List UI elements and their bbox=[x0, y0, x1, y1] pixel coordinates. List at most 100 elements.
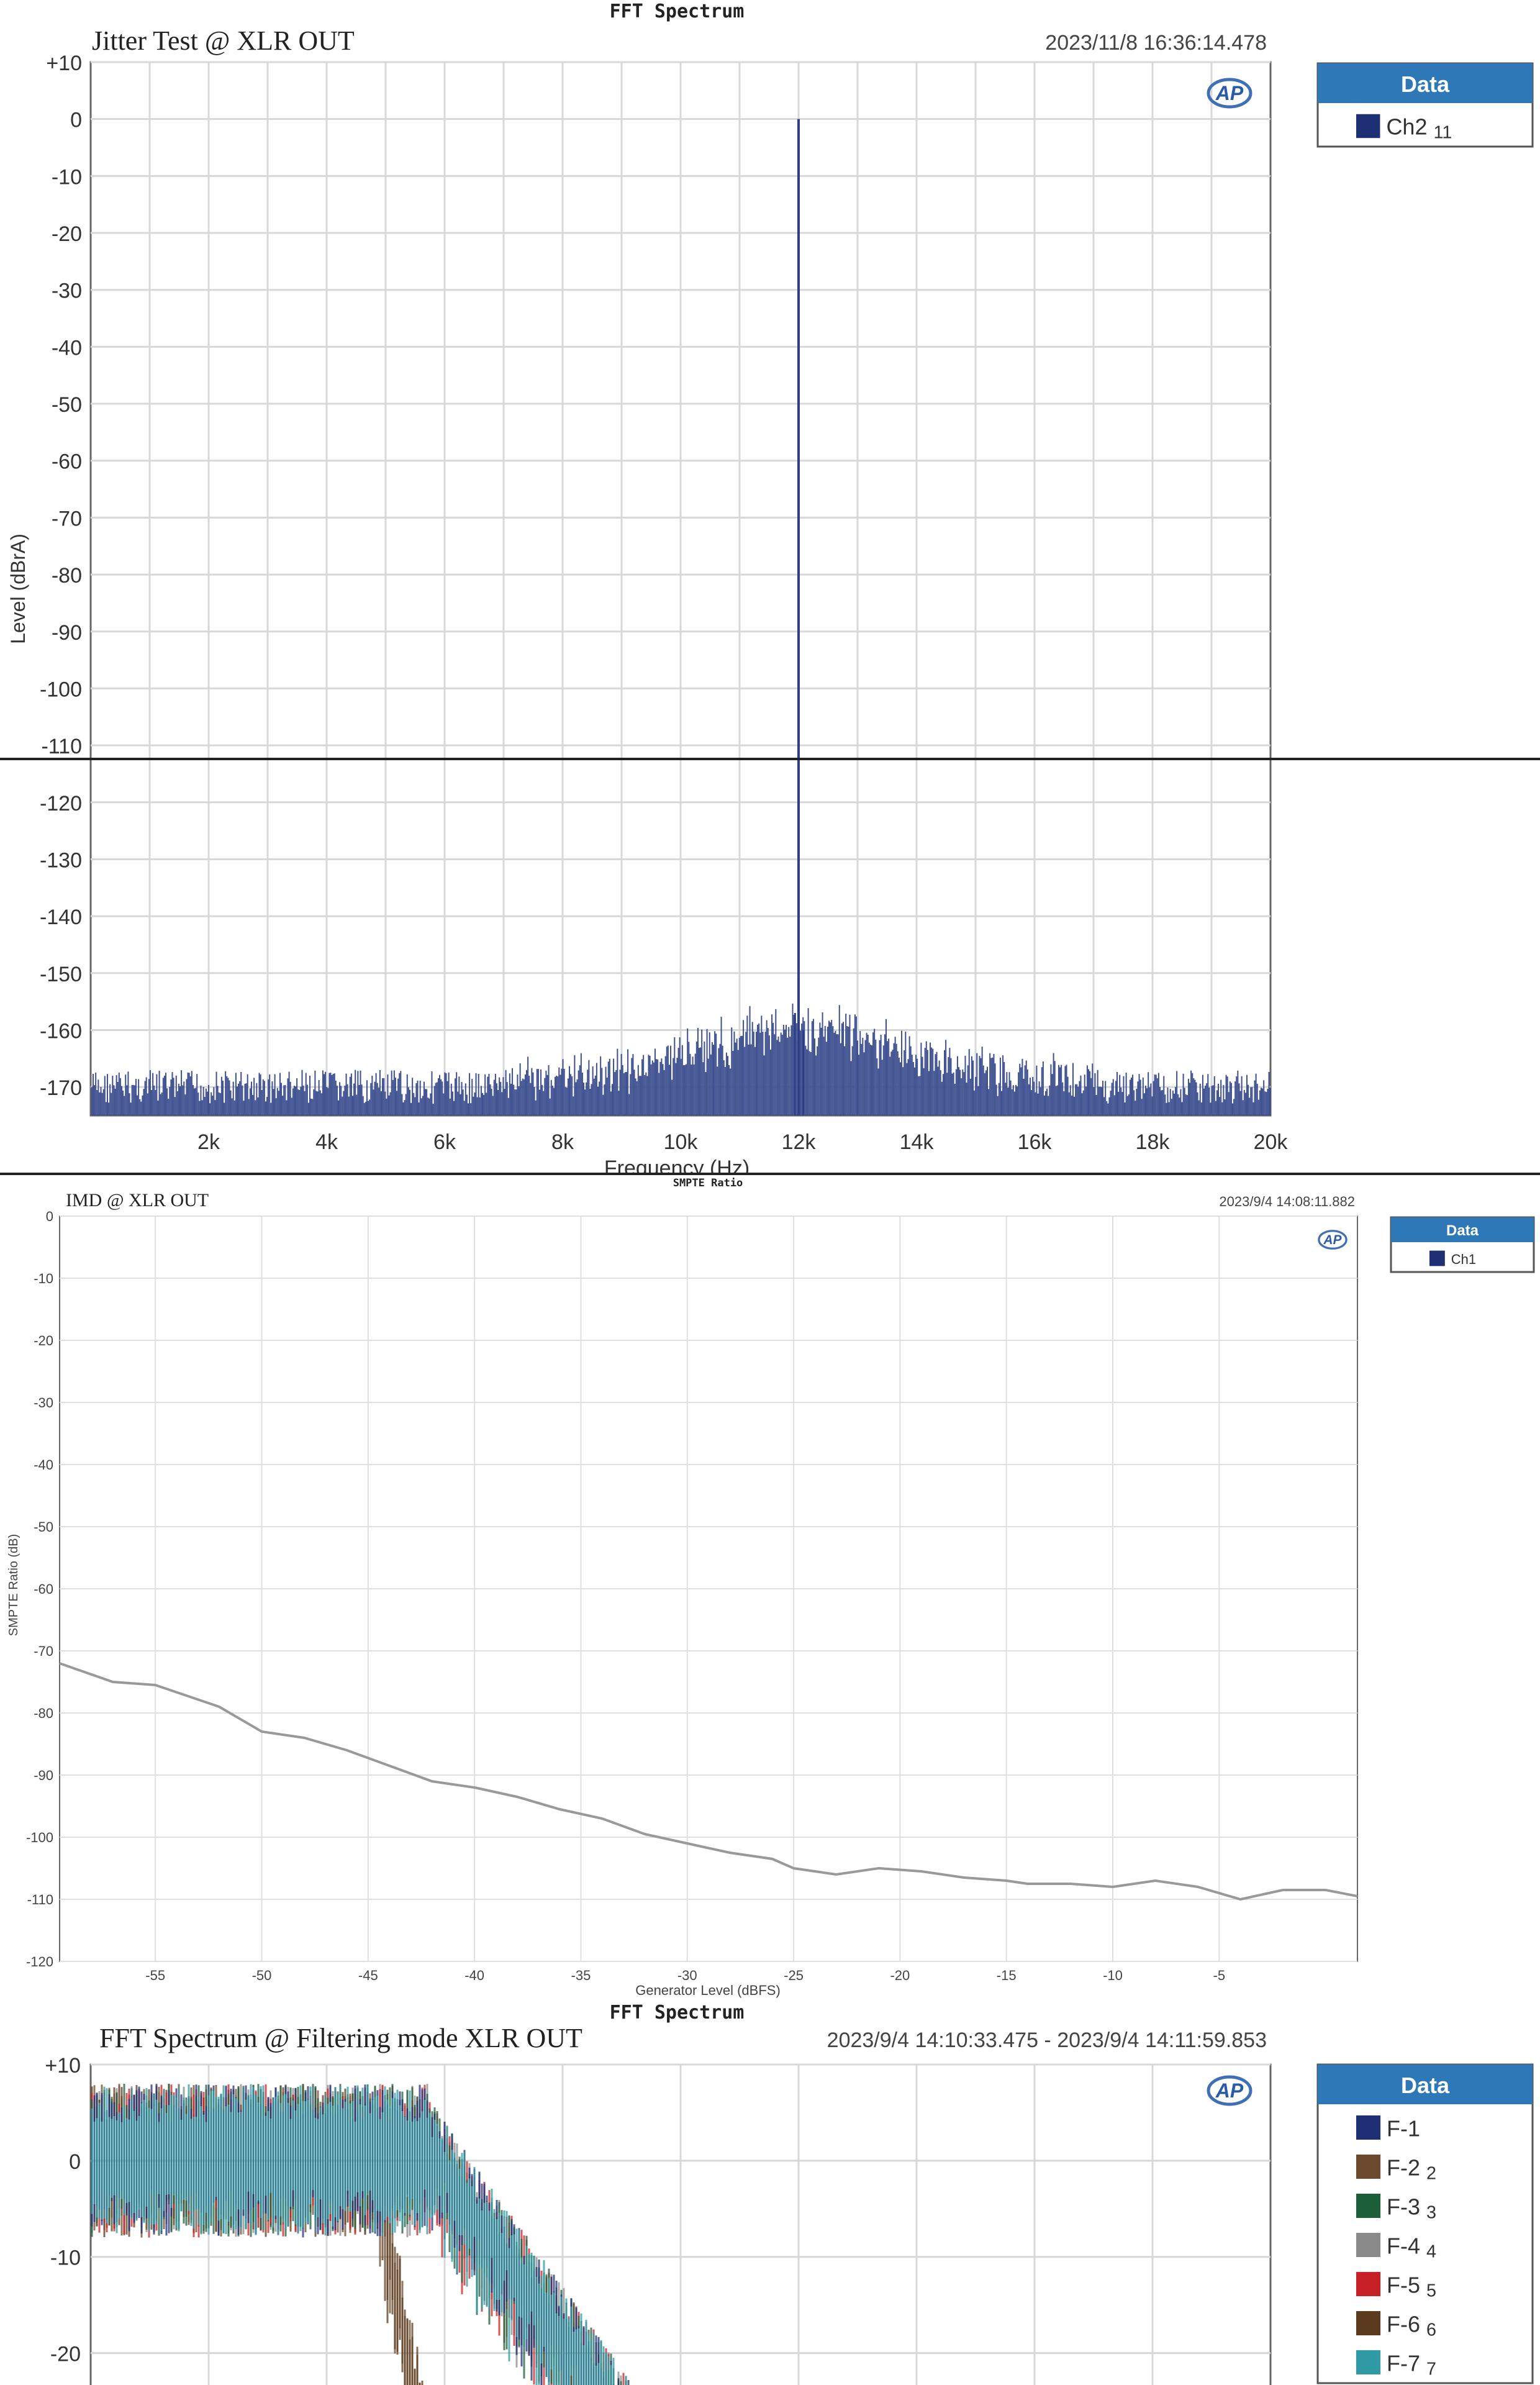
imd-chart: SMPTE Ratio IMD @ XLR OUT 2023/9/4 14:08:1… bbox=[7, 1177, 1535, 1998]
y-tick-label: -10 bbox=[50, 2246, 81, 2270]
legend-box bbox=[1316, 2063, 1534, 2384]
x-tick-label: -15 bbox=[997, 1968, 1017, 1983]
panel-divider bbox=[0, 758, 1540, 760]
legend-swatch bbox=[1356, 2232, 1381, 2258]
y-tick-label: -40 bbox=[34, 1457, 53, 1473]
y-tick-label: -100 bbox=[26, 1830, 53, 1845]
x-tick-label: 10k bbox=[664, 1130, 699, 1154]
x-tick-label: -10 bbox=[1103, 1968, 1123, 1983]
legend-sub: 4 bbox=[1426, 2242, 1436, 2261]
y-tick-label: -80 bbox=[52, 564, 82, 588]
x-tick-label: -50 bbox=[252, 1968, 272, 1983]
y-tick-label: -140 bbox=[40, 906, 82, 929]
chart-title: Jitter Test @ XLR OUT bbox=[92, 25, 355, 56]
legend-swatch bbox=[1356, 2154, 1381, 2179]
legend-sub: 3 bbox=[1426, 2202, 1436, 2222]
y-tick-label: -20 bbox=[50, 2343, 81, 2366]
y-tick-label: -30 bbox=[34, 1395, 53, 1411]
y-tick-label: -80 bbox=[34, 1706, 53, 1721]
chart-header: FFT Spectrum bbox=[610, 1, 745, 22]
chart-panel-jitter: FFT Spectrum Jitter Test @ XLR OUT 2023/11… bbox=[0, 0, 1540, 1173]
legend-swatch bbox=[1356, 2350, 1381, 2375]
y-tick-label: -110 bbox=[27, 1892, 53, 1907]
legend-sub: 2 bbox=[1426, 2163, 1436, 2183]
y-tick-label: -20 bbox=[34, 1333, 53, 1348]
y-tick-label: -130 bbox=[40, 848, 82, 872]
jitter-chart: FFT Spectrum Jitter Test @ XLR OUT 2023/11… bbox=[7, 1, 1534, 1173]
y-axis-label: SMPTE Ratio (dB) bbox=[7, 1534, 20, 1636]
x-tick-label: -35 bbox=[571, 1968, 591, 1983]
filter-chart: FFT Spectrum FFT Spectrum @ Filtering mod… bbox=[45, 2002, 1534, 2385]
y-tick-label: -30 bbox=[52, 279, 82, 303]
x-tick-label: 14k bbox=[900, 1130, 935, 1154]
y-tick-label: -120 bbox=[40, 792, 82, 815]
y-tick-label: -70 bbox=[52, 507, 82, 530]
x-tick-label: 6k bbox=[433, 1130, 456, 1154]
y-tick-label: -160 bbox=[40, 1019, 82, 1043]
legend-sub: 7 bbox=[1426, 2359, 1436, 2379]
ap-logo-text: AP bbox=[1323, 1233, 1342, 1247]
y-tick-label: -40 bbox=[52, 336, 82, 360]
y-tick-label: -50 bbox=[34, 1519, 53, 1535]
legend-swatch bbox=[1356, 2310, 1381, 2336]
x-tick-label: -5 bbox=[1213, 1968, 1226, 1983]
legend-header: Data bbox=[1401, 2073, 1450, 2098]
legend-swatch bbox=[1356, 114, 1380, 139]
legend: Data Ch1 bbox=[1390, 1216, 1535, 1273]
y-tick-label: 0 bbox=[46, 1209, 53, 1224]
chart-panel-filter: FFT Spectrum FFT Spectrum @ Filtering mod… bbox=[0, 2002, 1540, 2385]
x-tick-label: 4k bbox=[315, 1130, 338, 1154]
y-tick-label: 0 bbox=[70, 109, 82, 132]
y-tick-label: -20 bbox=[52, 222, 82, 246]
x-tick-label: -30 bbox=[677, 1968, 697, 1983]
ap-logo-text: AP bbox=[1215, 82, 1244, 104]
y-tick-label: -70 bbox=[34, 1643, 53, 1659]
legend-sub: 5 bbox=[1426, 2281, 1436, 2301]
legend-swatch bbox=[1356, 2271, 1381, 2297]
legend-swatch bbox=[1429, 1250, 1445, 1266]
chart-timestamp: 2023/11/8 16:36:14.478 bbox=[1045, 31, 1267, 55]
y-tick-label: -110 bbox=[41, 735, 82, 758]
y-tick-label: +10 bbox=[46, 52, 82, 75]
grid bbox=[91, 61, 1270, 1115]
chart-title: FFT Spectrum @ Filtering mode XLR OUT bbox=[99, 2023, 582, 2053]
x-tick-label: 18k bbox=[1136, 1130, 1171, 1154]
x-tick-label: -25 bbox=[784, 1968, 804, 1983]
legend-header: Data bbox=[1401, 71, 1450, 97]
y-tick-label: -60 bbox=[52, 450, 82, 474]
y-tick-label: -170 bbox=[40, 1076, 82, 1100]
legend: DataF-1F-2 2F-3 3F-4 4F-5 5F-6 6F-7 7 bbox=[1316, 2063, 1534, 2384]
x-tick-label: -55 bbox=[145, 1968, 165, 1983]
chart-timestamp: 2023/9/4 14:08:11.882 bbox=[1219, 1194, 1355, 1209]
y-tick-label: -90 bbox=[34, 1768, 53, 1783]
legend-swatch bbox=[1356, 2193, 1381, 2219]
x-tick-label: 20k bbox=[1254, 1130, 1289, 1154]
x-axis-label: Frequency (Hz) bbox=[604, 1156, 750, 1173]
chart-header: SMPTE Ratio bbox=[673, 1177, 743, 1189]
y-tick-label: -90 bbox=[52, 621, 82, 645]
y-tick-label: -10 bbox=[52, 165, 82, 189]
y-tick-label: -150 bbox=[40, 963, 82, 986]
y-tick-label: -120 bbox=[26, 1954, 53, 1969]
y-tick-label: +10 bbox=[45, 2054, 81, 2078]
y-tick-label: -10 bbox=[34, 1271, 53, 1286]
x-tick-label: -40 bbox=[464, 1968, 484, 1983]
x-tick-label: 16k bbox=[1018, 1130, 1053, 1154]
legend-label: F-1 bbox=[1387, 2115, 1420, 2141]
chart-header: FFT Spectrum bbox=[610, 2002, 745, 2024]
y-axis-label: Level (dBrA) bbox=[7, 534, 29, 644]
ap-logo-text: AP bbox=[1215, 2079, 1244, 2102]
x-tick-label: 12k bbox=[782, 1130, 817, 1154]
y-tick-label: -60 bbox=[34, 1581, 53, 1597]
x-tick-label: -45 bbox=[358, 1968, 378, 1983]
y-tick-label: -50 bbox=[52, 393, 82, 417]
legend-label: Ch1 bbox=[1451, 1252, 1476, 1267]
x-tick-label: 8k bbox=[551, 1130, 574, 1154]
legend-header: Data bbox=[1446, 1222, 1479, 1239]
y-tick-label: 0 bbox=[69, 2150, 81, 2174]
legend: DataCh2 11 bbox=[1316, 62, 1534, 148]
chart-panel-imd: SMPTE Ratio IMD @ XLR OUT 2023/9/4 14:08:1… bbox=[0, 1175, 1540, 2000]
legend-sub: 11 bbox=[1433, 123, 1452, 143]
chart-title: IMD @ XLR OUT bbox=[66, 1190, 209, 1211]
legend-sub: 6 bbox=[1426, 2320, 1436, 2340]
